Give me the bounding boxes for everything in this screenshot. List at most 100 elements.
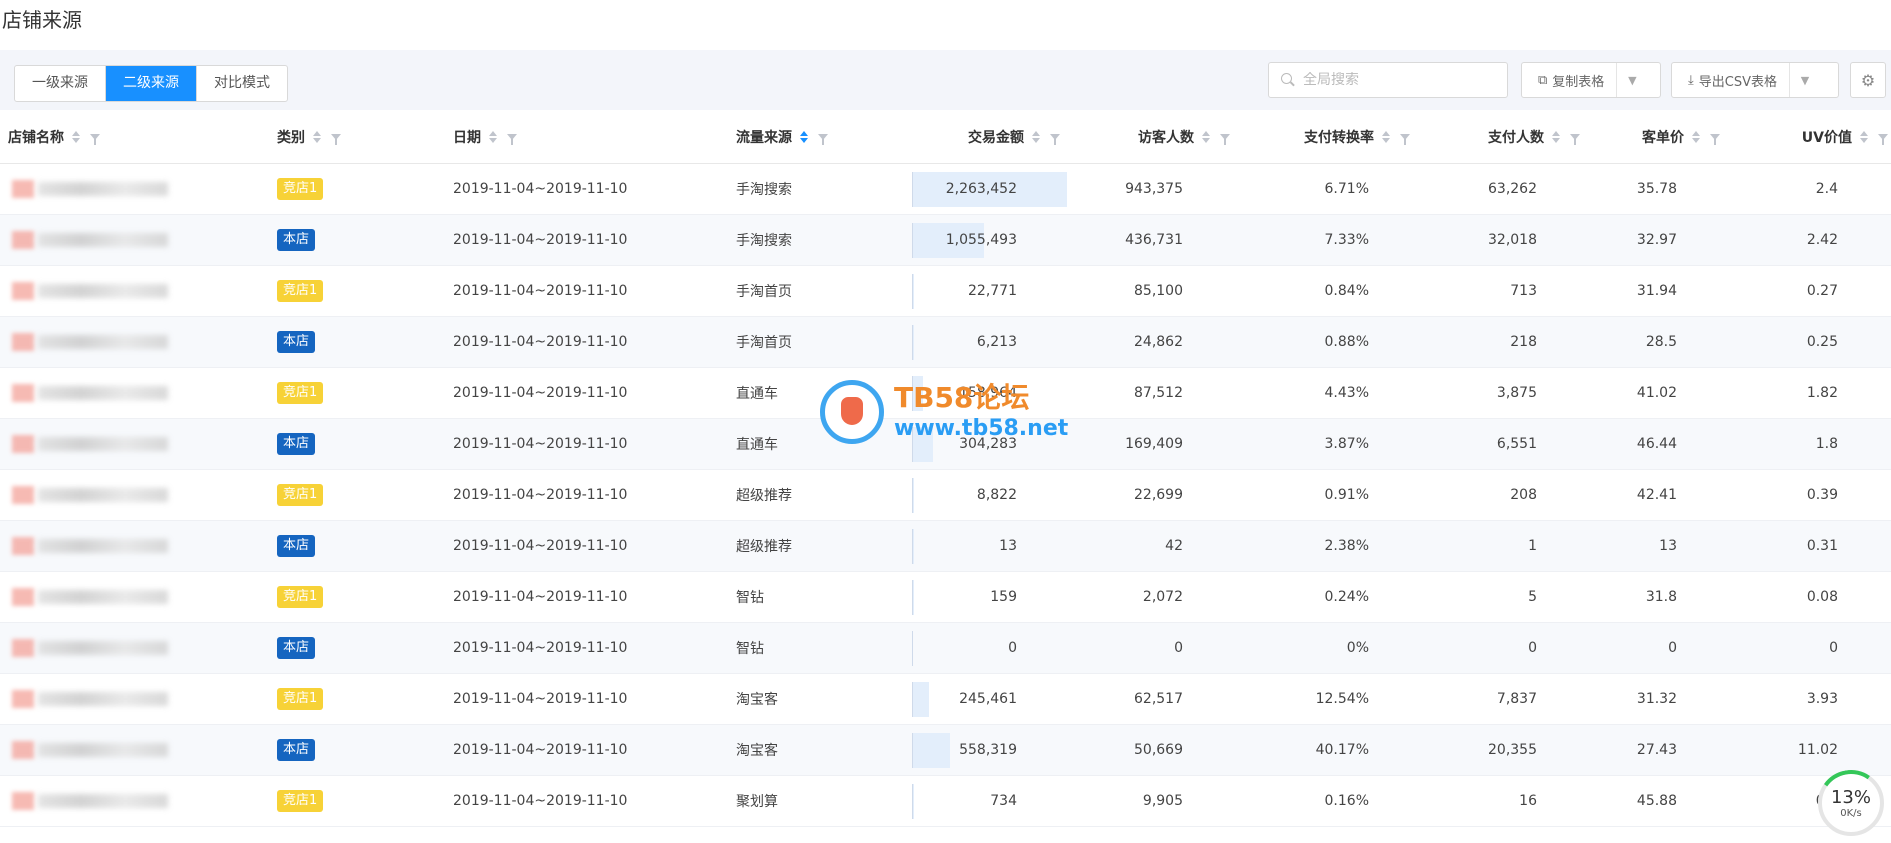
sort-icon[interactable] xyxy=(800,130,808,143)
type-cell: 竞店1 xyxy=(277,674,397,724)
type-cell: 本店 xyxy=(277,725,397,775)
filter-icon[interactable] xyxy=(1710,133,1720,145)
filter-icon[interactable] xyxy=(331,133,341,145)
shop-name-cell xyxy=(0,317,200,367)
amount-cell: 245,461 xyxy=(959,691,1017,707)
filter-icon[interactable] xyxy=(1220,133,1230,145)
col-label: 交易金额 xyxy=(968,129,1024,146)
col-uv-value[interactable]: UV价值 xyxy=(1740,110,1888,163)
chevron-down-icon[interactable]: ▼ xyxy=(1790,63,1820,97)
table-row[interactable]: 竞店1 2019-11-04~2019-11-10 智钻 159 2,072 0.24% 5… xyxy=(0,572,1891,623)
sort-icon[interactable] xyxy=(1860,130,1868,143)
type-tag: 本店 xyxy=(277,433,316,455)
aov-cell: 45.88 xyxy=(1636,793,1677,809)
col-visitors[interactable]: 访客人数 xyxy=(1080,110,1230,163)
conversion-cell: 0.88% xyxy=(1324,334,1369,350)
sort-icon[interactable] xyxy=(1382,130,1390,143)
sort-icon[interactable] xyxy=(72,130,80,143)
visitors-cell: 2,072 xyxy=(1142,589,1183,605)
filter-icon[interactable] xyxy=(818,133,828,145)
table-row[interactable]: 竞店1 2019-11-04~2019-11-10 淘宝客 245,461 62,517… xyxy=(0,674,1891,725)
shop-name-cell xyxy=(0,164,200,214)
table-row[interactable]: 本店 2019-11-04~2019-11-10 淘宝客 558,319 50,669 4… xyxy=(0,725,1891,776)
network-progress-widget[interactable]: 13% 0K/s xyxy=(1818,770,1884,836)
tab-level2-source[interactable]: 二级来源 xyxy=(106,66,197,101)
table-row[interactable]: 竞店1 2019-11-04~2019-11-10 聚划算 734 9,905 0.16%… xyxy=(0,776,1891,827)
col-type[interactable]: 类别 xyxy=(277,110,397,163)
table-row[interactable]: 竞店1 2019-11-04~2019-11-10 手淘搜索 2,263,452 943… xyxy=(0,164,1891,215)
visitors-cell: 87,512 xyxy=(1134,385,1183,401)
filter-icon[interactable] xyxy=(1878,133,1888,145)
sort-icon[interactable] xyxy=(1692,130,1700,143)
chevron-down-icon[interactable]: ▼ xyxy=(1617,63,1647,97)
table-header: 店铺名称 类别 日期 流量来源 交易金额 访客人数 支付转换率 支付人数 客单价… xyxy=(0,110,1891,164)
visitors-cell: 85,100 xyxy=(1134,283,1183,299)
filter-icon[interactable] xyxy=(507,133,517,145)
tab-compare-mode[interactable]: 对比模式 xyxy=(197,66,287,101)
date-cell: 2019-11-04~2019-11-10 xyxy=(453,385,628,401)
uv-cell: 0.39 xyxy=(1806,487,1838,503)
col-shop-name[interactable]: 店铺名称 xyxy=(8,110,208,163)
shop-name-redacted xyxy=(0,381,170,405)
shop-name-redacted xyxy=(0,177,170,201)
tab-level1-source[interactable]: 一级来源 xyxy=(15,66,106,101)
uv-cell: 0.25 xyxy=(1806,334,1838,350)
type-cell: 本店 xyxy=(277,419,397,469)
sort-icon[interactable] xyxy=(1032,130,1040,143)
table-row[interactable]: 竞店1 2019-11-04~2019-11-10 超级推荐 8,822 22,699 0… xyxy=(0,470,1891,521)
export-csv-button[interactable]: ⤓ 导出CSV表格 ▼ xyxy=(1671,62,1839,98)
sort-icon[interactable] xyxy=(489,130,497,143)
gear-icon: ⚙ xyxy=(1860,70,1876,90)
aov-cell: 32.97 xyxy=(1636,232,1677,248)
table-row[interactable]: 本店 2019-11-04~2019-11-10 手淘首页 6,213 24,862 0.… xyxy=(0,317,1891,368)
col-label: 支付人数 xyxy=(1488,129,1544,146)
filter-icon[interactable] xyxy=(1570,133,1580,145)
conversion-cell: 3.87% xyxy=(1324,436,1369,452)
type-cell: 竞店1 xyxy=(277,266,397,316)
col-trade-amount[interactable]: 交易金额 xyxy=(900,110,1060,163)
shop-name-redacted xyxy=(0,330,170,354)
uv-cell: 0 xyxy=(1829,640,1838,656)
settings-button[interactable]: ⚙ xyxy=(1850,62,1886,98)
filter-icon[interactable] xyxy=(1050,133,1060,145)
date-cell: 2019-11-04~2019-11-10 xyxy=(453,793,628,809)
table-row[interactable]: 本店 2019-11-04~2019-11-10 手淘搜索 1,055,493 436,… xyxy=(0,215,1891,266)
source-cell: 手淘搜索 xyxy=(736,182,792,198)
table-row[interactable]: 本店 2019-11-04~2019-11-10 智钻 0 0 0% 0 0 0 xyxy=(0,623,1891,674)
source-cell: 淘宝客 xyxy=(736,743,778,759)
table-row[interactable]: 竞店1 2019-11-04~2019-11-10 手淘首页 22,771 85,100… xyxy=(0,266,1891,317)
table-row[interactable]: 本店 2019-11-04~2019-11-10 直通车 304,283 169,409… xyxy=(0,419,1891,470)
type-tag: 本店 xyxy=(277,229,316,251)
filter-icon[interactable] xyxy=(1400,133,1410,145)
global-search[interactable] xyxy=(1268,62,1508,98)
progress-speed: 0K/s xyxy=(1840,807,1862,819)
visitors-cell: 42 xyxy=(1165,538,1183,554)
aov-cell: 0 xyxy=(1668,640,1677,656)
sort-icon[interactable] xyxy=(1552,130,1560,143)
col-buyers[interactable]: 支付人数 xyxy=(1430,110,1580,163)
type-cell: 竞店1 xyxy=(277,572,397,622)
sort-icon[interactable] xyxy=(1202,130,1210,143)
copy-table-button[interactable]: ⧉ 复制表格 ▼ xyxy=(1521,62,1661,98)
col-date[interactable]: 日期 xyxy=(453,110,603,163)
type-tag: 本店 xyxy=(277,637,316,659)
col-traffic-source[interactable]: 流量来源 xyxy=(736,110,886,163)
col-conversion-rate[interactable]: 支付转换率 xyxy=(1240,110,1410,163)
buyers-cell: 3,875 xyxy=(1496,385,1537,401)
table-row[interactable]: 竞店1 2019-11-04~2019-11-10 直通车 158,964 87,512… xyxy=(0,368,1891,419)
table-row[interactable]: 本店 2019-11-04~2019-11-10 超级推荐 13 42 2.38% 1 13 0… xyxy=(0,521,1891,572)
visitors-cell: 24,862 xyxy=(1134,334,1183,350)
sort-icon[interactable] xyxy=(313,130,321,143)
filter-icon[interactable] xyxy=(90,133,100,145)
shop-name-redacted xyxy=(0,483,170,507)
col-label: 支付转换率 xyxy=(1304,129,1374,146)
conversion-cell: 0.24% xyxy=(1324,589,1369,605)
type-tag: 竞店1 xyxy=(277,280,324,302)
search-input[interactable] xyxy=(1303,72,1493,88)
table-body: 竞店1 2019-11-04~2019-11-10 手淘搜索 2,263,452 943… xyxy=(0,164,1891,827)
conversion-cell: 0.91% xyxy=(1324,487,1369,503)
type-tag: 本店 xyxy=(277,739,316,761)
col-avg-order-value[interactable]: 客单价 xyxy=(1590,110,1720,163)
toolbar: 一级来源 二级来源 对比模式 ⧉ 复制表格 ▼ ⤓ 导出CSV表格 ▼ ⚙ xyxy=(0,50,1891,110)
visitors-cell: 943,375 xyxy=(1125,181,1183,197)
